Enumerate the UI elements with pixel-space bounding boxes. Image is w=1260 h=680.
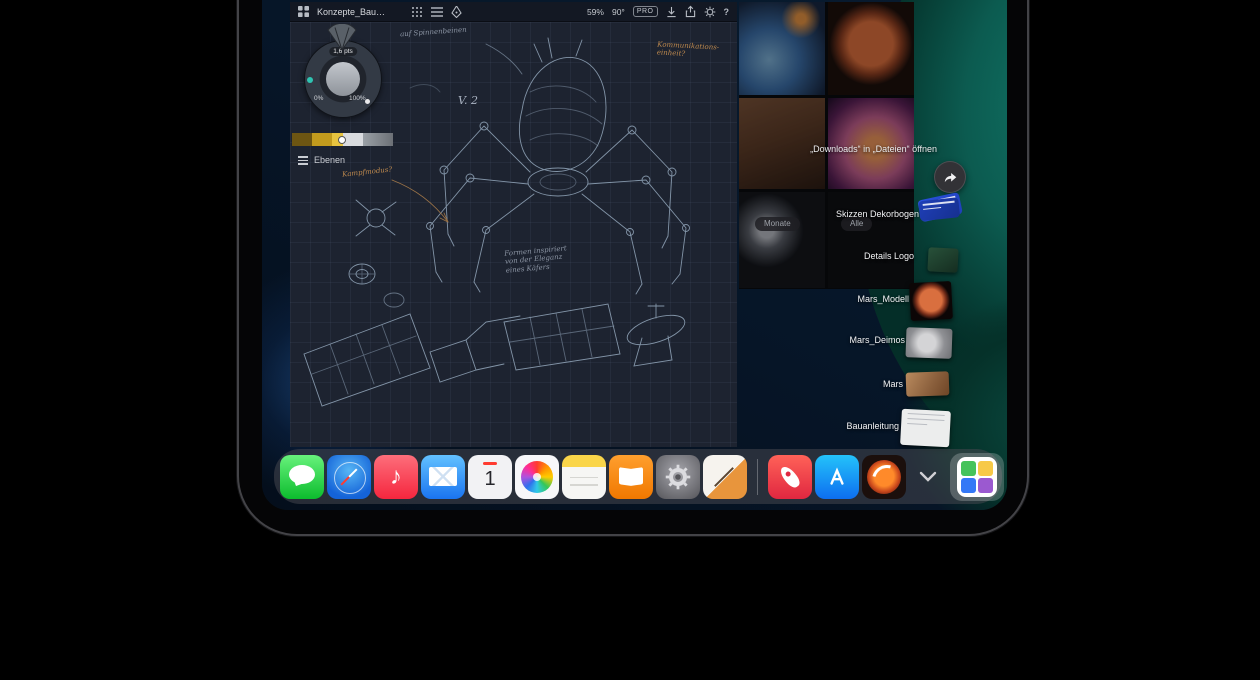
- ipad-screen: Konzepte_Bau… 59% 90° PRO ?: [262, 0, 1007, 510]
- drag-item-label: Mars: [883, 379, 903, 389]
- dock-icon-calendar[interactable]: 1: [468, 455, 512, 499]
- pen-nib-icon[interactable]: [451, 6, 462, 18]
- help-icon[interactable]: ?: [724, 7, 730, 17]
- photos-tab-months[interactable]: Monate: [755, 217, 800, 231]
- drag-item-label: Skizzen Dekorbogen: [836, 209, 919, 219]
- swatch-gray[interactable]: [363, 133, 393, 146]
- brush-preview[interactable]: [326, 62, 360, 96]
- drop-tooltip: „Downloads“ in „Dateien“ öffnen: [747, 144, 937, 154]
- dock-icon-photos[interactable]: [515, 455, 559, 499]
- brush-fan-selector[interactable]: [320, 24, 364, 50]
- stage: Konzepte_Bau… 59% 90° PRO ?: [0, 0, 1260, 680]
- music-note-icon: ♪: [390, 465, 402, 489]
- drawing-canvas[interactable]: auf Spinnenbeinen Kommunikations- einhei…: [290, 22, 737, 447]
- layers-button[interactable]: Ebenen: [298, 154, 345, 167]
- dock-icon-concepts[interactable]: [862, 455, 906, 499]
- open-book-icon: [619, 467, 631, 486]
- dock-icon-rocket[interactable]: [768, 455, 812, 499]
- app-store-a-icon: [824, 464, 850, 490]
- dock-icon-app-store[interactable]: [815, 455, 859, 499]
- white-color-dot[interactable]: [365, 99, 370, 104]
- dock-icon-settings[interactable]: [656, 455, 700, 499]
- dock-icon-messages[interactable]: [280, 455, 324, 499]
- dock-icon-music[interactable]: ♪: [374, 455, 418, 499]
- photos-flower-icon: [521, 461, 553, 493]
- drag-thumb-mars-model[interactable]: [909, 281, 953, 321]
- swatch-gold[interactable]: [312, 133, 332, 146]
- layers-icon: [298, 154, 308, 167]
- calendar-weekday-bar: [483, 462, 497, 465]
- forward-share-button[interactable]: [934, 161, 966, 193]
- ipad-frame: Konzepte_Bau… 59% 90° PRO ?: [237, 0, 1029, 536]
- concepts-toolbar: Konzepte_Bau… 59% 90° PRO ?: [290, 2, 737, 22]
- concepts-app-window: Konzepte_Bau… 59% 90° PRO ?: [290, 2, 737, 447]
- zoom-level[interactable]: 59%: [587, 7, 604, 17]
- swatch-light-gray[interactable]: [343, 133, 363, 146]
- forward-arrow-icon: [942, 169, 958, 185]
- recent-app-icon[interactable]: [957, 457, 997, 497]
- rotation-angle[interactable]: 90°: [612, 7, 625, 17]
- drag-thumb-logo[interactable]: [927, 247, 958, 273]
- settings-gear-icon[interactable]: [704, 6, 716, 18]
- drag-thumb-mars-strip[interactable]: [906, 371, 950, 396]
- rocket-icon: [778, 463, 803, 489]
- brush-color-wheel[interactable]: 1,6 pts 0% 100%: [304, 40, 382, 118]
- calendar-day-number: 1: [484, 468, 495, 491]
- dock-divider: [757, 459, 758, 495]
- drag-thumb-deimos[interactable]: [905, 327, 952, 359]
- drag-item-label: Mars_Modell: [857, 294, 909, 304]
- menu-icon[interactable]: [431, 7, 443, 17]
- chevron-down-icon: [919, 471, 937, 483]
- dock-recents-section[interactable]: [950, 453, 1004, 501]
- dock: ♪ 1: [274, 449, 1002, 504]
- teal-color-dot[interactable]: [307, 77, 313, 83]
- dock-chevron-button[interactable]: [913, 455, 943, 499]
- drag-thumb-instructions[interactable]: [900, 409, 951, 448]
- photos-tab-all[interactable]: Alle: [841, 217, 872, 231]
- brush-min-label: 0%: [314, 95, 323, 102]
- annotation-version: V. 2: [458, 94, 478, 107]
- envelope-icon: [429, 467, 457, 486]
- gear-icon: [664, 463, 692, 491]
- app-grid-icon[interactable]: [298, 6, 309, 17]
- drag-item-label: Mars_Deimos: [849, 335, 905, 345]
- dock-icon-sketch-app[interactable]: [703, 455, 747, 499]
- drag-thumb-stickers[interactable]: [918, 194, 967, 245]
- drag-item-label: Bauanleitung: [846, 421, 899, 431]
- import-icon[interactable]: [666, 6, 677, 18]
- dots-grid-icon[interactable]: [411, 6, 423, 18]
- dock-icon-mail[interactable]: [421, 455, 465, 499]
- pencil-icon: [714, 467, 734, 487]
- dock-icon-safari[interactable]: [327, 455, 371, 499]
- layers-label: Ebenen: [314, 155, 345, 165]
- compass-icon: [334, 462, 366, 494]
- dock-icon-notes[interactable]: [562, 455, 606, 499]
- share-icon[interactable]: [685, 5, 696, 18]
- brush-max-label: 100%: [349, 95, 366, 102]
- orange-disc-icon: [867, 460, 901, 494]
- annotation-comm-unit: Kommunikations- einheit?: [657, 40, 720, 60]
- dock-icon-books[interactable]: [609, 455, 653, 499]
- drag-item-label: Details Logo: [864, 251, 914, 261]
- pro-badge[interactable]: PRO: [633, 6, 658, 17]
- palette-marker: [338, 136, 346, 144]
- swatch-dark-gold[interactable]: [292, 133, 312, 146]
- document-title[interactable]: Konzepte_Bau…: [317, 7, 385, 17]
